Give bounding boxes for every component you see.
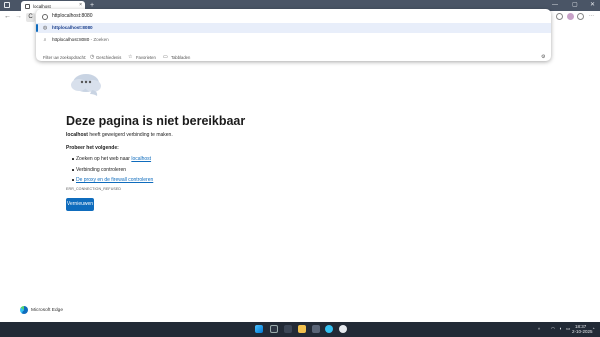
brand: Microsoft Edge [20, 306, 63, 314]
tabs-icon: ▭ [163, 54, 168, 60]
settings-more-icon[interactable]: ⋯ [588, 13, 595, 20]
extensions-icon[interactable] [556, 13, 563, 20]
list-item: Zoeken op het web naar localhost [71, 156, 152, 162]
collections-icon[interactable] [577, 13, 584, 20]
search-icon[interactable] [270, 325, 278, 333]
start-icon[interactable] [255, 325, 263, 333]
site-info-icon[interactable] [42, 14, 48, 20]
history-icon: ◷ [90, 54, 95, 60]
suggestion-text: httplocalhost:8080 - Zoeken [52, 37, 109, 42]
page-icon [25, 3, 30, 9]
notifications-icon[interactable]: ◔ [592, 326, 595, 331]
edge-icon[interactable] [325, 325, 333, 333]
tab-title: localhost [33, 3, 51, 9]
store-icon[interactable] [312, 325, 320, 333]
cloud-icon [71, 74, 101, 96]
workspaces-icon[interactable] [4, 2, 10, 8]
error-code: ERR_CONNECTION_REFUSED [66, 187, 122, 191]
search-link[interactable]: localhost [131, 156, 151, 162]
filter-bar: Filter uw zoekopdracht: ◷ Geschiedenis ☆… [36, 53, 551, 63]
suggestion-text: httplocalhost:8080 [52, 25, 93, 30]
search-icon: ⌕ [43, 37, 47, 43]
volume-icon[interactable]: ◖ [559, 326, 562, 331]
address-input[interactable]: httplocalhost:8080 [36, 12, 551, 23]
profile-icon[interactable] [567, 13, 574, 20]
file-explorer-icon[interactable] [298, 325, 306, 333]
clock-date[interactable]: 2-10-2025 [572, 329, 593, 334]
edge-logo-icon [20, 306, 28, 314]
forward-button[interactable]: → [15, 11, 22, 23]
app-icon[interactable] [339, 325, 347, 333]
suggestion-row[interactable]: ◍ httplocalhost:8080 [36, 23, 551, 33]
proxy-firewall-link[interactable]: De proxy en de firewall controleren [76, 177, 153, 183]
close-icon[interactable]: × [79, 2, 82, 8]
filter-history[interactable]: Geschiedenis [96, 55, 121, 60]
globe-icon: ◍ [42, 25, 48, 31]
selection-indicator [36, 24, 38, 32]
filter-label: Filter uw zoekopdracht: [43, 55, 87, 60]
address-text[interactable]: httplocalhost:8080 [52, 13, 93, 19]
battery-icon[interactable]: ▭ [566, 326, 570, 331]
list-item: De proxy en de firewall controleren [71, 177, 153, 183]
task-view-icon[interactable] [284, 325, 292, 333]
star-icon: ☆ [128, 54, 133, 60]
filter-tabs[interactable]: Tabbladen [171, 55, 190, 60]
wifi-icon[interactable]: ◠ [551, 326, 555, 331]
gear-icon[interactable]: ⚙ [541, 54, 545, 60]
page-title: Deze pagina is niet bereikbaar [66, 114, 246, 128]
brand-name: Microsoft Edge [31, 307, 63, 313]
minimize-icon[interactable]: — [552, 1, 558, 10]
chevron-up-icon[interactable]: ^ [538, 327, 540, 332]
reload-button[interactable]: C [26, 13, 35, 22]
address-bar-dropdown: httplocalhost:8080 ◍ httplocalhost:8080 … [36, 9, 551, 61]
list-item: Verbinding controleren [71, 167, 127, 173]
try-heading: Probeer het volgende: [66, 145, 119, 151]
back-button[interactable]: ← [4, 11, 11, 23]
error-message: localhost heeft geweigerd verbinding te … [66, 132, 173, 138]
filter-favorites[interactable]: Favorieten [136, 55, 156, 60]
suggestion-row-search[interactable]: ⌕ httplocalhost:8080 - Zoeken [36, 35, 551, 45]
maximize-icon[interactable]: ▢ [572, 1, 578, 10]
taskbar: ^ ◠ ◖ ▭ 18:37 2-10-2025 ◔ [0, 322, 600, 337]
refresh-button[interactable]: Vernieuwen [66, 198, 94, 211]
close-window-icon[interactable]: ✕ [590, 1, 595, 10]
